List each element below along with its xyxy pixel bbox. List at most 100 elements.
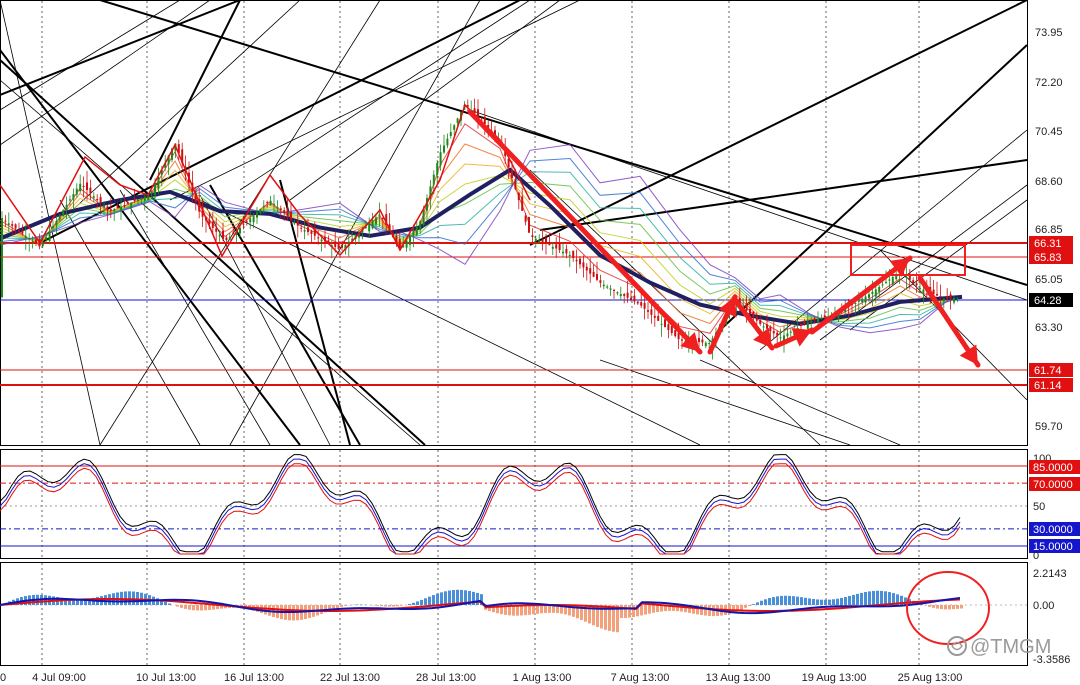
candle-body: [602, 284, 605, 287]
macd-bar: [784, 595, 787, 605]
candle-body: [215, 228, 218, 232]
macd-bar: [824, 599, 827, 605]
candle-body: [939, 295, 942, 298]
candle-body: [157, 177, 160, 189]
candle-body: [922, 289, 925, 293]
macd-bar: [872, 590, 875, 605]
macd-bar: [196, 605, 199, 611]
candle-body: [857, 300, 860, 302]
macd-bar: [708, 605, 711, 616]
candle-body: [823, 315, 826, 318]
macd-bar: [640, 605, 643, 616]
candle-body: [130, 202, 133, 208]
stoch-tick-label: 50: [1033, 501, 1045, 513]
price-tick-label: 66.85: [1035, 224, 1063, 236]
price-tick-label: 70.45: [1035, 126, 1063, 138]
candle-body: [885, 281, 887, 284]
macd-bar: [764, 599, 767, 605]
candle-body: [82, 186, 85, 188]
macd-bar: [924, 605, 927, 606]
candle-body: [575, 259, 578, 262]
candle-body: [371, 220, 374, 229]
macd-bar: [780, 595, 783, 605]
candle-body: [813, 318, 816, 320]
candle-body: [789, 331, 792, 333]
x-tick-label: 10 Jul 13:00: [136, 672, 196, 684]
candle-body: [864, 296, 867, 303]
x-tick-label: 22 Jul 13:00: [320, 672, 380, 684]
macd-bar: [704, 605, 707, 616]
macd-bar: [624, 605, 627, 618]
candle-body: [419, 221, 422, 230]
macd-bar: [840, 597, 843, 605]
candle-body: [949, 294, 952, 299]
candle-body: [11, 224, 14, 226]
trendline-thin: [59, 199, 201, 446]
candle-body: [106, 206, 109, 209]
candle-body: [640, 302, 643, 306]
candle-body: [701, 339, 704, 343]
candle-body: [531, 235, 534, 238]
candle-body: [453, 125, 456, 130]
candle-body: [800, 323, 802, 327]
candle-body: [779, 337, 782, 339]
macd-bar: [440, 592, 443, 605]
trendline-thin: [119, 189, 271, 446]
macd-bar: [796, 596, 799, 605]
candle-body: [290, 211, 292, 220]
macd-bar: [868, 591, 871, 605]
trendline-thin: [599, 359, 851, 446]
candle-body: [681, 339, 683, 341]
candle-body: [334, 242, 337, 247]
candle-body: [752, 311, 755, 318]
macd-bar: [340, 605, 343, 607]
candle-body: [616, 292, 619, 294]
trendline-thin: [699, 359, 901, 446]
price-badge-label: 64.28: [1034, 295, 1062, 307]
candle-body: [432, 174, 435, 185]
candle-body: [776, 332, 779, 336]
candle-body: [456, 118, 459, 123]
candle-body: [31, 241, 34, 243]
macd-bar: [536, 605, 539, 614]
candle-body: [946, 295, 949, 299]
macd-bar: [444, 591, 447, 605]
candle-body: [24, 236, 27, 238]
candle-body: [657, 315, 660, 321]
x-tick-label: 4 Jul 09:00: [32, 672, 86, 684]
candle-body: [704, 342, 707, 347]
arrow-shaft: [467, 109, 703, 355]
macd-bar: [744, 605, 747, 608]
stoch-tick-label: 30.0000: [1033, 524, 1073, 536]
candle-body: [868, 294, 870, 298]
macd-bar: [768, 598, 771, 605]
candle-body: [228, 236, 231, 240]
macd-bar: [376, 605, 379, 606]
macd-bar: [528, 605, 531, 615]
macd-bar: [448, 590, 451, 605]
macd-bar: [156, 598, 159, 605]
macd-bar: [380, 605, 383, 607]
trendline-thin: [469, 109, 1028, 301]
candle-body: [211, 221, 214, 228]
candle-body: [483, 116, 486, 125]
macd-bar: [928, 605, 931, 607]
macd-bar: [632, 605, 635, 618]
candle-body: [239, 227, 241, 234]
candle-body: [65, 204, 68, 212]
candle-body: [817, 318, 819, 322]
price-tick-label: 59.70: [1035, 421, 1063, 433]
candle-body: [409, 235, 411, 245]
macd-bar: [400, 605, 403, 606]
candle-body: [759, 320, 762, 325]
candle-body: [766, 324, 768, 329]
candle-body: [252, 215, 255, 223]
macd-bar: [164, 601, 167, 605]
macd-bar: [828, 599, 831, 605]
candle-body: [35, 239, 37, 244]
price-badge-label: 61.14: [1034, 380, 1062, 392]
axis-labels: 73.95 72.20 70.45 68.60 66.85 65.05 63.30 59.70…: [0, 27, 1080, 684]
macd-bar: [952, 605, 955, 610]
candle-body: [307, 227, 309, 233]
candle-body: [296, 220, 299, 226]
